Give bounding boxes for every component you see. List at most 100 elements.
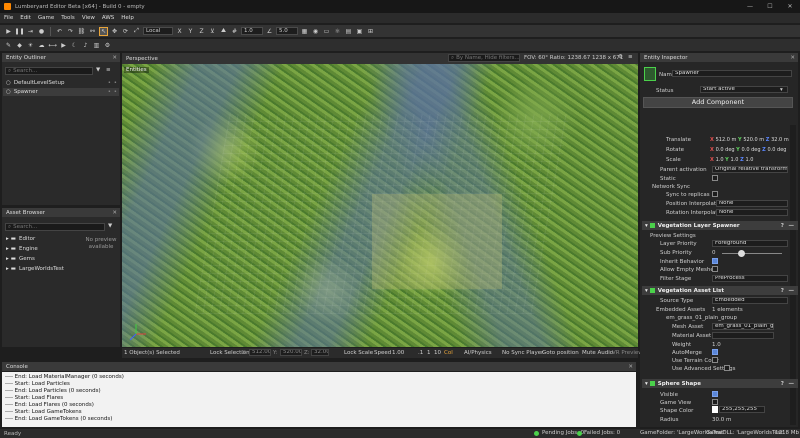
rotation-interp-select[interactable]: None: [716, 209, 788, 216]
audio-icon[interactable]: ♪: [81, 41, 90, 50]
axis-z-icon[interactable]: Z: [197, 27, 206, 36]
sub-priority-slider-track[interactable]: [722, 253, 782, 254]
radius-value[interactable]: 30.0 m: [712, 417, 731, 423]
viewport-3d[interactable]: Entities: [122, 64, 638, 347]
menu-view[interactable]: View: [82, 15, 95, 21]
menu-tools[interactable]: Tools: [61, 15, 75, 21]
menu-file[interactable]: File: [4, 15, 13, 21]
panel-close-icon[interactable]: ✕: [112, 210, 117, 216]
close-icon[interactable]: ✕: [780, 0, 800, 13]
redo-icon[interactable]: ↷: [66, 27, 75, 36]
menu-help[interactable]: Help: [121, 15, 134, 21]
add-component-button[interactable]: Add Component: [643, 97, 793, 108]
layer-priority-select[interactable]: Foreground: [712, 240, 788, 247]
axis-xy-icon[interactable]: ⊻: [208, 27, 217, 36]
snap-angle-icon[interactable]: ∠: [265, 27, 274, 36]
scale-x[interactable]: 1.0: [716, 157, 724, 163]
outliner-item[interactable]: ○ Spawner • •: [3, 88, 119, 96]
x-coord-field[interactable]: 512.00: [249, 349, 271, 356]
rotate-y[interactable]: 0.0 deg: [742, 147, 761, 153]
visibility-icon[interactable]: •: [108, 89, 111, 95]
parent-activation-select[interactable]: Original relative transform: [712, 166, 788, 173]
mesh-icon[interactable]: ◆: [15, 41, 24, 50]
menu-edit[interactable]: Edit: [20, 15, 31, 21]
snap-value-field[interactable]: 1.0: [241, 27, 263, 35]
vr-preview-toggle[interactable]: VR Preview: [612, 350, 643, 356]
shape-color-value[interactable]: 255,255,255: [719, 406, 765, 413]
asset-group-label[interactable]: em_grass_01_plain_group: [666, 315, 737, 321]
material-asset-field[interactable]: [712, 332, 774, 339]
entity-name-field[interactable]: Spawner: [672, 70, 792, 77]
static-checkbox[interactable]: [712, 175, 718, 181]
viewport-menu-icon[interactable]: ≡: [628, 54, 633, 60]
record-icon[interactable]: ●: [37, 27, 46, 36]
preview-settings-label[interactable]: Preview Settings: [650, 233, 696, 239]
translate-x[interactable]: 512.0 m: [716, 137, 737, 143]
filter-stage-select[interactable]: PreProcess: [712, 275, 788, 282]
step-icon[interactable]: ⇥: [26, 27, 35, 36]
position-interp-select[interactable]: None: [716, 200, 788, 207]
panel-close-icon[interactable]: ✕: [628, 364, 633, 370]
z-coord-field[interactable]: 32.00: [311, 349, 329, 356]
help-icon[interactable]: ?: [781, 288, 784, 294]
scale-tool-icon[interactable]: ⤢: [132, 27, 141, 36]
sub-priority-slider-handle[interactable]: [738, 250, 745, 257]
ruler-icon[interactable]: ▭: [322, 27, 331, 36]
undo-icon[interactable]: ↶: [55, 27, 64, 36]
physics-icon[interactable]: ⚛: [333, 27, 342, 36]
failed-jobs[interactable]: Failed Jobs: 0: [584, 430, 620, 436]
asset-folder-row[interactable]: ▸ ▬ LargeWorldsTest: [3, 265, 83, 273]
automerge-checkbox[interactable]: [712, 349, 718, 355]
goto-position-button[interactable]: Goto position: [542, 350, 579, 356]
axis-x-icon[interactable]: X: [175, 27, 184, 36]
terrain-color-checkbox[interactable]: [712, 357, 718, 363]
angle-value-field[interactable]: 5.0: [276, 27, 298, 35]
minimize-icon[interactable]: —: [740, 0, 760, 13]
track-view-icon[interactable]: ▶: [59, 41, 68, 50]
translate-z[interactable]: 32.0 m: [771, 137, 789, 143]
rotate-z[interactable]: 0.0 deg: [767, 147, 786, 153]
lock-icon[interactable]: •: [114, 80, 117, 86]
asset-search-input[interactable]: ⌕ Search...: [5, 223, 105, 231]
menu-aws[interactable]: AWS: [102, 15, 114, 21]
filter-icon[interactable]: ▼: [96, 67, 100, 73]
no-sync-player-toggle[interactable]: No Sync Player: [502, 350, 543, 356]
asset-folder-row[interactable]: ▸ ▬ Gems: [3, 255, 83, 263]
component-menu-icon[interactable]: —: [789, 381, 795, 387]
axis-y-icon[interactable]: Y: [186, 27, 195, 36]
component-menu-icon[interactable]: —: [789, 223, 795, 229]
y-coord-field[interactable]: 520.00: [280, 349, 302, 356]
maximize-icon[interactable]: ☐: [760, 0, 780, 13]
camera-icon[interactable]: ◉: [311, 27, 320, 36]
menu-game[interactable]: Game: [38, 15, 54, 21]
rotate-x[interactable]: 0.0 deg: [716, 147, 735, 153]
inherit-behavior-checkbox[interactable]: [712, 258, 718, 264]
rotate-values[interactable]: X 0.0 deg Y 0.0 deg Z 0.0 deg: [710, 147, 786, 153]
sync-replicas-checkbox[interactable]: [712, 191, 718, 197]
sphere-shape-header[interactable]: ▾ Sphere Shape ? —: [642, 379, 798, 388]
speed-preset-3[interactable]: 10: [434, 350, 441, 356]
visibility-icon[interactable]: •: [108, 80, 111, 86]
visible-checkbox[interactable]: [712, 391, 718, 397]
terrain-follow-icon[interactable]: ⛰: [219, 27, 228, 36]
pause-icon[interactable]: ❚❚: [14, 27, 24, 36]
translate-values[interactable]: X 512.0 m Y 520.0 m Z 32.0 m: [710, 137, 789, 143]
outliner-search-input[interactable]: ⌕ Search...: [5, 67, 93, 75]
help-icon[interactable]: ?: [781, 223, 784, 229]
flowgraph-icon[interactable]: ⟷: [48, 41, 57, 50]
collision-toggle[interactable]: Col: [444, 350, 453, 356]
panel-close-icon[interactable]: ✕: [112, 55, 117, 61]
move-tool-icon[interactable]: ✥: [110, 27, 119, 36]
sub-priority-value[interactable]: 0: [712, 250, 716, 256]
ui-editor-icon[interactable]: ▥: [92, 41, 101, 50]
game-view-checkbox[interactable]: [712, 399, 718, 405]
component-menu-icon[interactable]: —: [789, 288, 795, 294]
viewport-options-icon[interactable]: ⚙: [618, 54, 623, 60]
asset-folder-row[interactable]: ▸ ▬ Editor: [3, 235, 83, 243]
lua-icon[interactable]: ☾: [70, 41, 79, 50]
outliner-item[interactable]: ○ DefaultLevelSetup • •: [3, 79, 119, 87]
scale-y[interactable]: 1.0: [731, 157, 739, 163]
coord-space-select[interactable]: Local: [143, 27, 173, 35]
network-sync-label[interactable]: Network Sync: [652, 184, 690, 190]
scale-z[interactable]: 1.0: [745, 157, 753, 163]
